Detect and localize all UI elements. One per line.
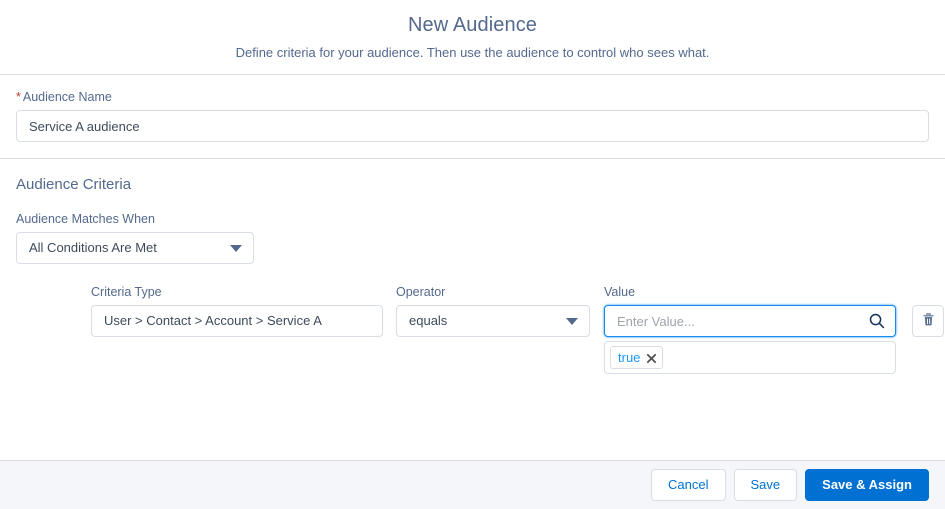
page-title: New Audience (407, 14, 538, 36)
operator-column: Operator equals (396, 284, 590, 337)
value-search-input[interactable] (604, 305, 896, 337)
value-column: Value true (604, 284, 896, 374)
page-subtitle: Define criteria for your audience. Then … (235, 45, 710, 60)
value-pill[interactable]: true (610, 346, 664, 369)
modal-body: *Audience Name Audience Criteria Audienc… (0, 75, 945, 459)
matches-when-value: All Conditions Are Met (29, 240, 157, 255)
operator-label: Operator (396, 285, 446, 299)
criteria-heading: Audience Criteria (16, 176, 132, 193)
audience-criteria-section: Audience Criteria Audience Matches When … (0, 159, 945, 374)
value-label: Value (604, 285, 636, 299)
matches-when-select[interactable]: All Conditions Are Met (16, 232, 254, 264)
condition-row: Criteria Type User > Contact > Account >… (16, 284, 944, 374)
required-indicator: * (16, 90, 21, 104)
modal-header: New Audience Define criteria for your au… (0, 0, 945, 75)
selected-values-box: true (604, 341, 896, 374)
modal-footer: Cancel Save Save & Assign (0, 460, 945, 509)
save-button[interactable]: Save (733, 469, 798, 501)
audience-name-label: * Audience Name (16, 89, 929, 105)
chevron-down-icon (230, 245, 242, 252)
cancel-button[interactable]: Cancel (651, 469, 726, 501)
save-and-assign-button[interactable]: Save & Assign (805, 469, 929, 501)
operator-value: equals (409, 313, 448, 328)
value-lookup-wrapper (604, 305, 896, 337)
audience-name-section: * Audience Name (0, 75, 945, 159)
chevron-down-icon (566, 318, 578, 325)
audience-name-label-text: Audience Name (22, 90, 112, 104)
criteria-type-label: Criteria Type (91, 285, 162, 299)
audience-name-input[interactable] (16, 110, 929, 142)
close-icon[interactable] (646, 352, 657, 364)
criteria-type-field[interactable]: User > Contact > Account > Service A (91, 305, 383, 337)
matches-when-label: Audience Matches When (16, 212, 155, 226)
trash-icon (921, 312, 936, 330)
value-pill-label: true (618, 349, 641, 365)
criteria-type-column: Criteria Type User > Contact > Account >… (91, 284, 383, 337)
delete-condition-button[interactable] (912, 305, 944, 337)
operator-select[interactable]: equals (396, 305, 590, 337)
